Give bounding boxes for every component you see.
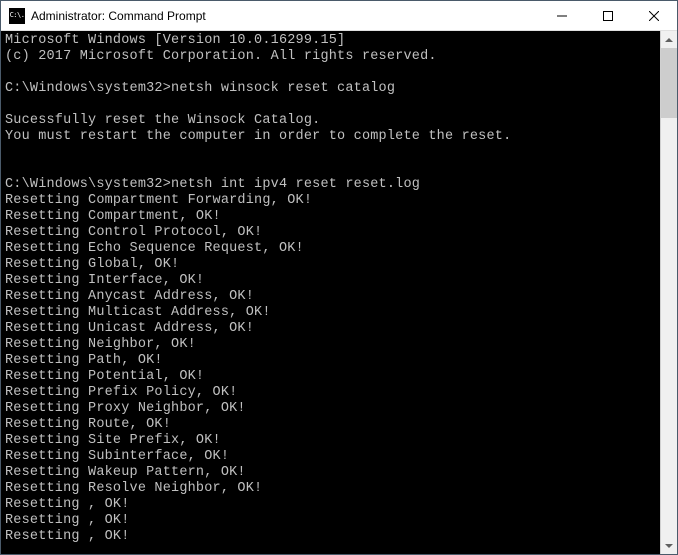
terminal-line: Resetting Subinterface, OK! <box>5 449 656 465</box>
terminal-line <box>5 97 656 113</box>
terminal-line <box>5 161 656 177</box>
chevron-down-icon <box>665 542 673 550</box>
terminal-line: You must restart the computer in order t… <box>5 129 656 145</box>
terminal-line: Resetting Global, OK! <box>5 257 656 273</box>
terminal-line: Resetting Route, OK! <box>5 417 656 433</box>
maximize-icon <box>603 11 613 21</box>
terminal-line <box>5 65 656 81</box>
scrollbar-track[interactable] <box>661 48 677 537</box>
scroll-down-button[interactable] <box>661 537 677 554</box>
scrollbar[interactable] <box>660 31 677 554</box>
terminal-line: Resetting Prefix Policy, OK! <box>5 385 656 401</box>
window-controls <box>539 1 677 30</box>
terminal-line: Sucessfully reset the Winsock Catalog. <box>5 113 656 129</box>
terminal-line: Resetting Neighbor, OK! <box>5 337 656 353</box>
terminal-line: Resetting Unicast Address, OK! <box>5 321 656 337</box>
terminal-output[interactable]: Microsoft Windows [Version 10.0.16299.15… <box>1 31 660 554</box>
terminal-line: Resetting Interface, OK! <box>5 273 656 289</box>
terminal-line: (c) 2017 Microsoft Corporation. All righ… <box>5 49 656 65</box>
maximize-button[interactable] <box>585 1 631 30</box>
close-button[interactable] <box>631 1 677 30</box>
terminal-line <box>5 145 656 161</box>
terminal-line: Resetting Anycast Address, OK! <box>5 289 656 305</box>
titlebar: C:\. Administrator: Command Prompt <box>1 1 677 31</box>
terminal-line: Microsoft Windows [Version 10.0.16299.15… <box>5 33 656 49</box>
scrollbar-thumb[interactable] <box>661 48 677 118</box>
terminal-line: Resetting , OK! <box>5 513 656 529</box>
terminal-line: C:\Windows\system32>netsh int ipv4 reset… <box>5 177 656 193</box>
scroll-up-button[interactable] <box>661 31 677 48</box>
terminal-line: Resetting Path, OK! <box>5 353 656 369</box>
terminal-line: Resetting Compartment Forwarding, OK! <box>5 193 656 209</box>
window-title: Administrator: Command Prompt <box>31 9 539 23</box>
terminal-line: Resetting , OK! <box>5 497 656 513</box>
close-icon <box>649 11 659 21</box>
chevron-up-icon <box>665 36 673 44</box>
terminal-area: Microsoft Windows [Version 10.0.16299.15… <box>1 31 677 554</box>
terminal-line: Resetting Resolve Neighbor, OK! <box>5 481 656 497</box>
terminal-line: Resetting Echo Sequence Request, OK! <box>5 241 656 257</box>
terminal-line: Resetting Control Protocol, OK! <box>5 225 656 241</box>
terminal-line: Resetting Potential, OK! <box>5 369 656 385</box>
terminal-line: Resetting Wakeup Pattern, OK! <box>5 465 656 481</box>
minimize-icon <box>557 11 567 21</box>
cmd-icon: C:\. <box>9 8 25 24</box>
terminal-line: C:\Windows\system32>netsh winsock reset … <box>5 81 656 97</box>
terminal-line: Resetting Site Prefix, OK! <box>5 433 656 449</box>
terminal-line: Resetting Multicast Address, OK! <box>5 305 656 321</box>
terminal-line: Resetting , OK! <box>5 529 656 545</box>
minimize-button[interactable] <box>539 1 585 30</box>
terminal-line: Resetting Proxy Neighbor, OK! <box>5 401 656 417</box>
terminal-line: Resetting Compartment, OK! <box>5 209 656 225</box>
